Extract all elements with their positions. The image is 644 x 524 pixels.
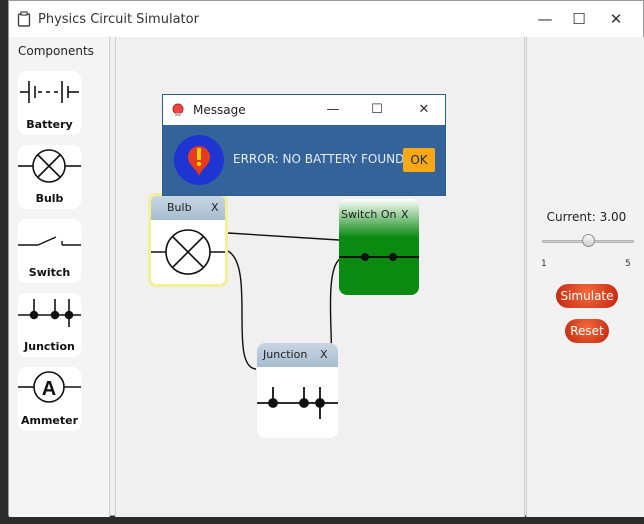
dialog-close-button[interactable]: ✕ — [415, 101, 433, 119]
message-app-icon — [172, 103, 184, 116]
wire-bulb-junction — [227, 250, 257, 370]
ok-button[interactable]: OK — [403, 148, 435, 172]
palette-label-battery: Battery — [26, 118, 73, 131]
dialog-minimize-button[interactable]: — — [324, 101, 342, 119]
current-slider[interactable] — [542, 234, 634, 247]
junction-icon — [257, 387, 338, 419]
palette-item-bulb[interactable]: Bulb — [18, 145, 81, 209]
palette-label-ammeter: Ammeter — [20, 414, 79, 427]
remove-component-button[interactable]: X — [320, 348, 328, 361]
palette-header: Components — [18, 44, 94, 58]
dialog-title-bar[interactable]: Message — ☐ ✕ — [163, 95, 445, 125]
palette-label-switch: Switch — [28, 266, 71, 279]
maximize-button[interactable]: ☐ — [569, 9, 589, 29]
control-panel: Current: 3.00 1 5 Simulate Reset — [526, 37, 644, 517]
title-bar[interactable]: Physics Circuit Simulator — ☐ ✕ — [9, 1, 643, 37]
canvas-component-bulb[interactable]: Bulb X — [148, 193, 228, 287]
window-title: Physics Circuit Simulator — [38, 12, 199, 27]
slider-min-label: 1 — [541, 259, 547, 269]
close-button[interactable]: ✕ — [606, 9, 626, 29]
switch-icon — [339, 253, 419, 261]
simulate-button[interactable]: Simulate — [556, 284, 618, 308]
error-icon — [174, 135, 224, 185]
palette-item-battery[interactable]: Battery — [18, 71, 81, 135]
component-palette: Components Battery Bulb Switch Junction … — [9, 37, 110, 517]
app-icon — [17, 11, 31, 27]
dialog-message: ERROR: NO BATTERY FOUND! — [233, 152, 410, 166]
canvas-component-switch-on[interactable]: Switch On X — [339, 199, 419, 295]
palette-label-bulb: Bulb — [35, 192, 64, 205]
bulb-icon — [151, 229, 225, 275]
slider-thumb[interactable] — [581, 234, 595, 247]
palette-item-junction[interactable]: Junction — [18, 293, 81, 357]
current-label: Current: 3.00 — [546, 210, 627, 224]
component-name: Junction — [263, 348, 308, 361]
reset-button[interactable]: Reset — [565, 319, 609, 343]
palette-item-switch[interactable]: Switch — [18, 219, 81, 283]
minimize-button[interactable]: — — [535, 9, 555, 29]
dialog-maximize-button[interactable]: ☐ — [368, 101, 386, 119]
canvas-component-junction[interactable]: Junction X — [257, 343, 338, 438]
message-dialog: Message — ☐ ✕ ERROR: NO BATTERY FOUND! O… — [162, 94, 446, 196]
slider-max-label: 5 — [625, 259, 631, 269]
remove-component-button[interactable]: X — [211, 201, 219, 214]
palette-label-junction: Junction — [24, 340, 75, 353]
app-window: Physics Circuit Simulator — ☐ ✕ Componen… — [8, 0, 644, 517]
palette-item-ammeter[interactable]: A Ammeter — [18, 367, 81, 431]
ammeter-symbol: A — [42, 378, 56, 400]
dialog-title: Message — [193, 103, 246, 117]
component-name: Bulb — [167, 201, 192, 214]
wire-bulb-switch — [227, 232, 340, 241]
